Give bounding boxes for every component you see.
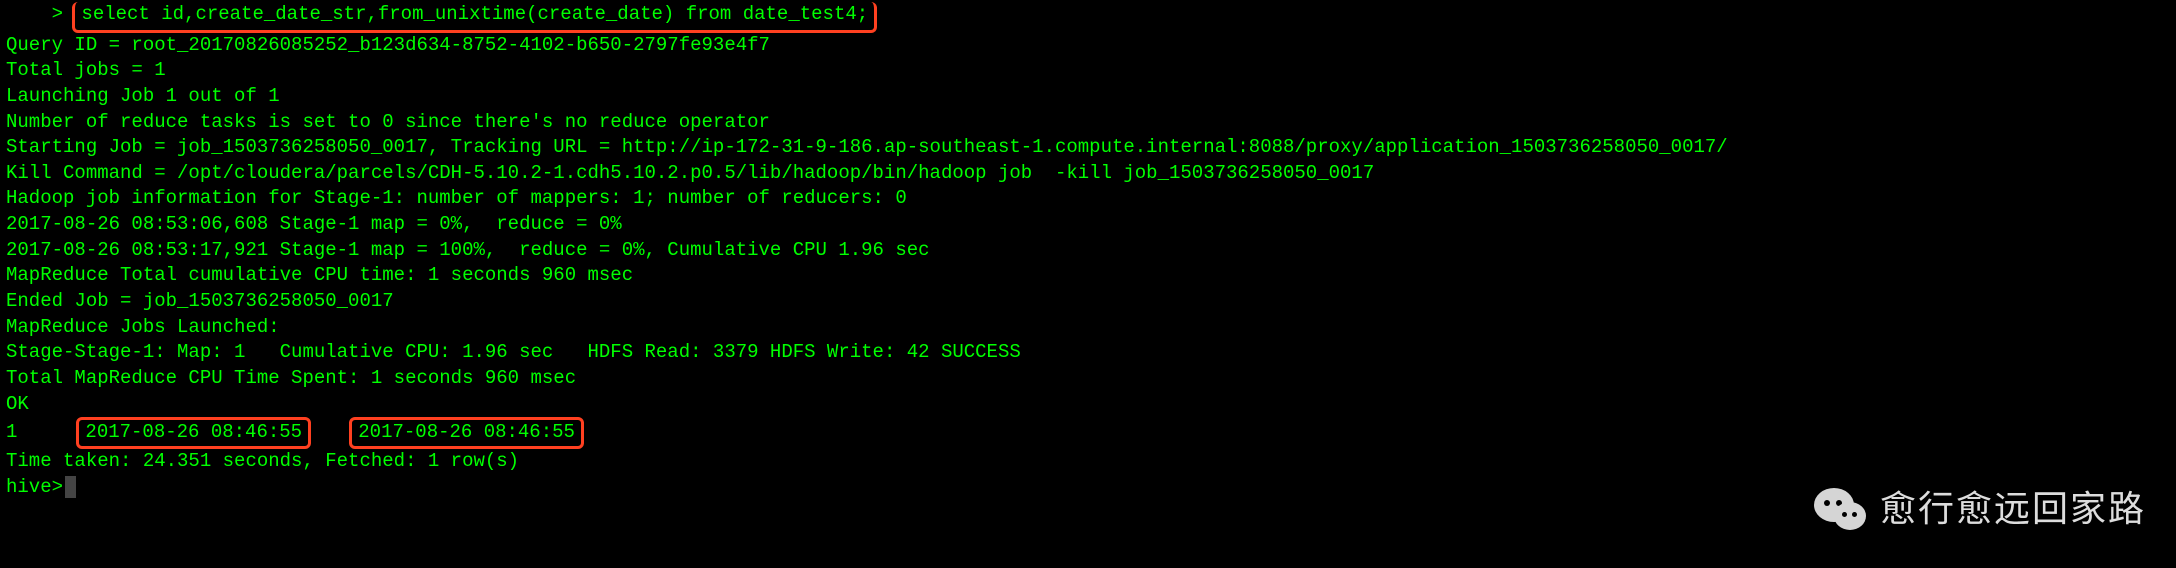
- watermark-text: 愈行愈远回家路: [1880, 485, 2146, 534]
- hive-prompt-text: hive>: [6, 476, 63, 498]
- terminal-line-startingjob: Starting Job = job_1503736258050_0017, T…: [6, 135, 2170, 161]
- terminal-line-timetaken: Time taken: 24.351 seconds, Fetched: 1 r…: [6, 449, 2170, 475]
- prompt-caret: >: [6, 3, 74, 25]
- terminal-line-endedjob: Ended Job = job_1503736258050_0017: [6, 289, 2170, 315]
- sql-query-highlight: select id,create_date_str,from_unixtime(…: [72, 2, 877, 33]
- terminal-line-launching: Launching Job 1 out of 1: [6, 84, 2170, 110]
- terminal-line-killcmd: Kill Command = /opt/cloudera/parcels/CDH…: [6, 161, 2170, 187]
- terminal-line-reducetasks: Number of reduce tasks is set to 0 since…: [6, 110, 2170, 136]
- terminal-line-progress-0: 2017-08-26 08:53:06,608 Stage-1 map = 0%…: [6, 212, 2170, 238]
- result-from-unixtime-highlight: 2017-08-26 08:46:55: [349, 417, 584, 449]
- terminal-line-totalcpu: Total MapReduce CPU Time Spent: 1 second…: [6, 366, 2170, 392]
- terminal-line-jobslaunched: MapReduce Jobs Launched:: [6, 315, 2170, 341]
- terminal-line-result-row: 1 2017-08-26 08:46:55 2017-08-26 08:46:5…: [6, 417, 2170, 449]
- terminal-line-totaljobs: Total jobs = 1: [6, 58, 2170, 84]
- terminal-line-cputime: MapReduce Total cumulative CPU time: 1 s…: [6, 263, 2170, 289]
- terminal-line-progress-100: 2017-08-26 08:53:17,921 Stage-1 map = 10…: [6, 238, 2170, 264]
- result-create-date-str-highlight: 2017-08-26 08:46:55: [76, 417, 311, 449]
- terminal-line-ok: OK: [6, 392, 2170, 418]
- watermark: 愈行愈远回家路: [1810, 480, 2146, 538]
- terminal-line-queryid: Query ID = root_20170826085252_b123d634-…: [6, 33, 2170, 59]
- terminal-line-sql: > select id,create_date_str,from_unixtim…: [6, 2, 2170, 33]
- result-from-unixtime: 2017-08-26 08:46:55: [358, 421, 575, 443]
- cursor-icon: [65, 476, 76, 498]
- wechat-icon: [1810, 480, 1868, 538]
- result-id: 1: [6, 421, 17, 443]
- result-create-date-str: 2017-08-26 08:46:55: [85, 421, 302, 443]
- terminal-line-hadoopinfo: Hadoop job information for Stage-1: numb…: [6, 186, 2170, 212]
- terminal-line-stagestage: Stage-Stage-1: Map: 1 Cumulative CPU: 1.…: [6, 340, 2170, 366]
- sql-query-text: select id,create_date_str,from_unixtime(…: [81, 3, 868, 25]
